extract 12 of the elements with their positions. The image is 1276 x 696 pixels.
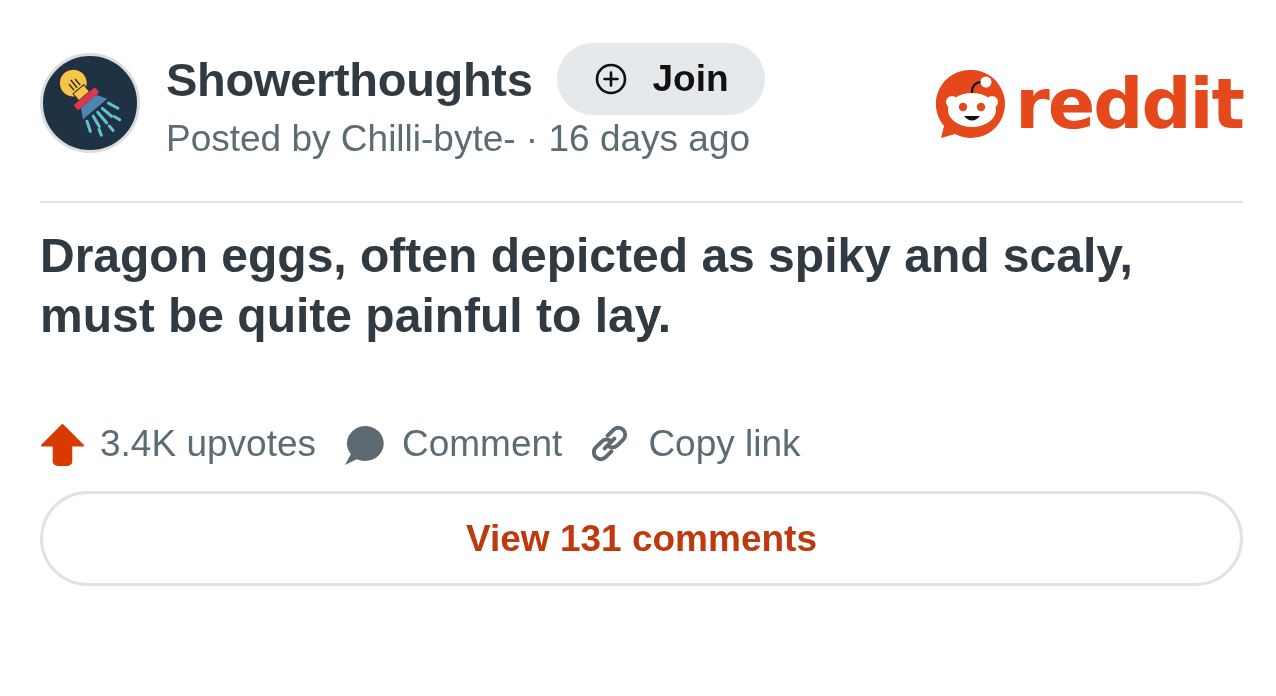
community-name[interactable]: Showerthoughts [166, 51, 533, 107]
copy-link-button[interactable]: Copy link [588, 421, 801, 467]
plus-circle-icon [594, 63, 627, 95]
join-button[interactable]: Join [556, 43, 765, 115]
comment-button[interactable]: Comment [342, 421, 563, 467]
lightbulb-avatar-icon [40, 53, 140, 153]
brand-wordmark[interactable]: reddit [1015, 68, 1243, 140]
upvote-arrow-icon [40, 421, 85, 467]
view-comments-button[interactable]: View 131 comments [40, 491, 1243, 586]
post-title: Dragon eggs, often depicted as spiky and scaly, must be quite painful to lay. [40, 228, 1134, 344]
post-byline: Posted by Chilli-byte- · 16 days ago [166, 117, 752, 161]
upvote-button[interactable]: 3.4K upvotes [40, 421, 316, 467]
